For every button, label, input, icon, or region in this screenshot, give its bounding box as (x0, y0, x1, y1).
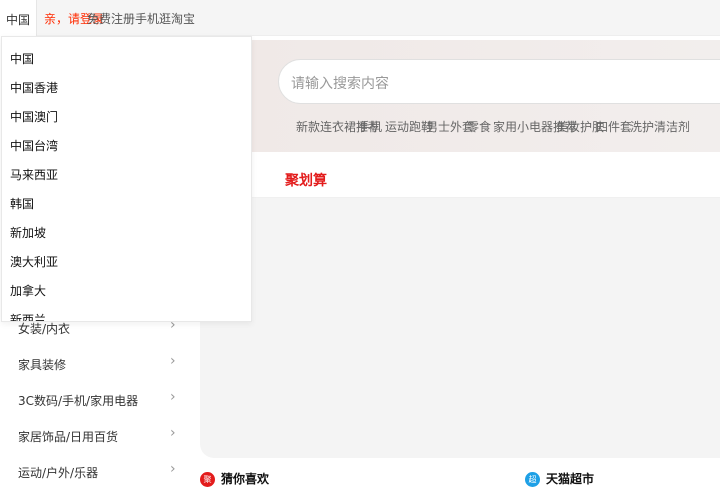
hot-keyword[interactable]: 手机 (358, 118, 382, 135)
chevron-right-icon: › (170, 389, 176, 405)
category-item[interactable]: 3C数码/手机/家用电器 (18, 392, 138, 409)
mobile-link[interactable]: 手机逛淘宝 (135, 10, 195, 27)
region-option[interactable]: 新加坡 (10, 224, 46, 241)
banner-placeholder[interactable] (200, 198, 720, 458)
category-item[interactable]: 家具装修 (18, 356, 66, 373)
region-selector[interactable]: 中国⌄ (0, 0, 37, 40)
region-dropdown: 中国 中国香港 中国澳门 中国台湾 马来西亚 韩国 新加坡 澳大利亚 加拿大 新… (1, 36, 252, 322)
region-option[interactable]: 中国 (10, 50, 34, 67)
category-item[interactable]: 家居饰品/日用百货 (18, 428, 118, 445)
region-option[interactable]: 中国香港 (10, 79, 58, 96)
region-label: 中国 (6, 13, 31, 27)
search-input[interactable]: 请输入搜索内容 (278, 59, 720, 104)
section-title-supermarket[interactable]: 天猫超市 (546, 470, 594, 487)
hot-keyword[interactable]: 零食 (467, 118, 491, 135)
tab-juhuasuan[interactable]: 聚划算 (285, 170, 327, 190)
category-item[interactable]: 运动/户外/乐器 (18, 464, 98, 481)
search-placeholder: 请输入搜索内容 (291, 76, 389, 92)
region-option[interactable]: 中国澳门 (10, 108, 58, 125)
category-item[interactable]: 女装/内衣 (18, 320, 70, 337)
chevron-right-icon: › (170, 353, 176, 369)
region-option[interactable]: 加拿大 (10, 282, 46, 299)
region-option[interactable]: 新西兰 (10, 311, 46, 321)
hot-keyword[interactable]: 洗护清洁剂 (630, 118, 690, 135)
top-bar: 中国⌄ 亲，请登录 免费注册 手机逛淘宝 (0, 0, 720, 40)
region-option[interactable]: 澳大利亚 (10, 253, 58, 270)
region-option[interactable]: 韩国 (10, 195, 34, 212)
section-title-guess-like[interactable]: 猜你喜欢 (221, 470, 269, 487)
hot-keyword[interactable]: 四件套 (596, 118, 632, 135)
chevron-right-icon: › (170, 425, 176, 441)
region-option[interactable]: 马来西亚 (10, 166, 58, 183)
register-link[interactable]: 免费注册 (87, 10, 135, 27)
region-option[interactable]: 中国台湾 (10, 137, 58, 154)
chevron-right-icon: › (170, 461, 176, 477)
